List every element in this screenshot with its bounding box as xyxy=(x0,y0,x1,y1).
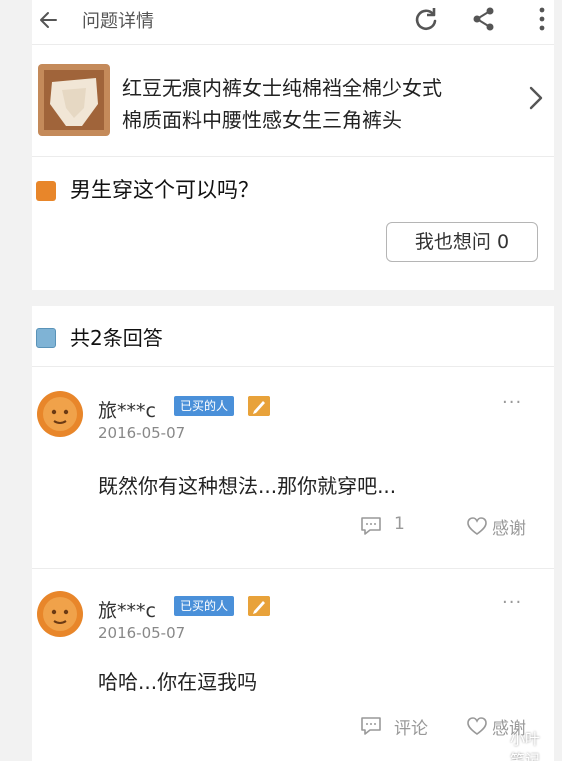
header-divider xyxy=(32,44,554,45)
comment-count[interactable]: 1 xyxy=(394,514,405,534)
buyer-badge: 已买的人 xyxy=(174,596,235,616)
thanks-icon[interactable] xyxy=(466,716,488,736)
product-divider xyxy=(32,156,554,157)
avatar[interactable] xyxy=(36,590,84,638)
thanks-icon[interactable] xyxy=(466,516,488,536)
refresh-icon[interactable] xyxy=(412,5,440,33)
question-icon xyxy=(36,181,56,201)
answer-more-button[interactable]: ··· xyxy=(502,392,522,413)
question-detail-page: 问题详情 红豆无痕内裤女士纯棉裆全棉少女式 棉质面料中腰性感女生三角裤头 男生穿… xyxy=(0,0,562,761)
comment-icon[interactable] xyxy=(360,716,382,736)
thanks-button[interactable]: 感谢 xyxy=(492,514,526,539)
answer-more-button[interactable]: ··· xyxy=(502,592,522,613)
answers-icon xyxy=(36,328,56,348)
answer-username[interactable]: 旅***c xyxy=(98,596,156,623)
share-icon[interactable] xyxy=(470,5,498,33)
chevron-right-icon xyxy=(529,86,543,110)
product-thumbnail xyxy=(38,64,110,136)
product-title: 红豆无痕内裤女士纯棉裆全棉少女式 棉质面料中腰性感女生三角裤头 xyxy=(122,72,512,136)
answer-text: 哈哈...你在逗我吗 xyxy=(98,670,258,694)
question-text: 男生穿这个可以吗？ xyxy=(70,178,259,202)
answers-divider xyxy=(32,366,554,367)
comment-button[interactable]: 评论 xyxy=(394,714,428,739)
pencil-badge-icon xyxy=(248,596,270,616)
ask-too-button[interactable]: 我也想问 0 xyxy=(386,222,538,262)
product-title-line1: 红豆无痕内裤女士纯棉裆全棉少女式 xyxy=(122,76,442,100)
back-arrow-icon[interactable] xyxy=(36,6,64,34)
more-vertical-icon[interactable] xyxy=(528,5,556,33)
answer-username[interactable]: 旅***c xyxy=(98,396,156,423)
section-gap xyxy=(0,290,562,306)
pencil-badge-icon xyxy=(248,396,270,416)
page-title: 问题详情 xyxy=(82,11,154,32)
product-title-line2: 棉质面料中腰性感女生三角裤头 xyxy=(122,108,402,132)
answers-count: 共2条回答 xyxy=(70,326,163,350)
answer-date: 2016-05-07 xyxy=(98,424,186,442)
answer-date: 2016-05-07 xyxy=(98,624,186,642)
answer-divider xyxy=(32,568,554,569)
top-bar: 问题详情 xyxy=(32,0,554,42)
buyer-badge: 已买的人 xyxy=(174,396,235,416)
answer-text: 既然你有这种想法...那你就穿吧... xyxy=(98,474,397,498)
watermark-text: 小叶笔记 xyxy=(510,730,541,761)
comment-icon[interactable] xyxy=(360,516,382,536)
avatar[interactable] xyxy=(36,390,84,438)
product-card[interactable]: 红豆无痕内裤女士纯棉裆全棉少女式 棉质面料中腰性感女生三角裤头 xyxy=(32,50,554,154)
